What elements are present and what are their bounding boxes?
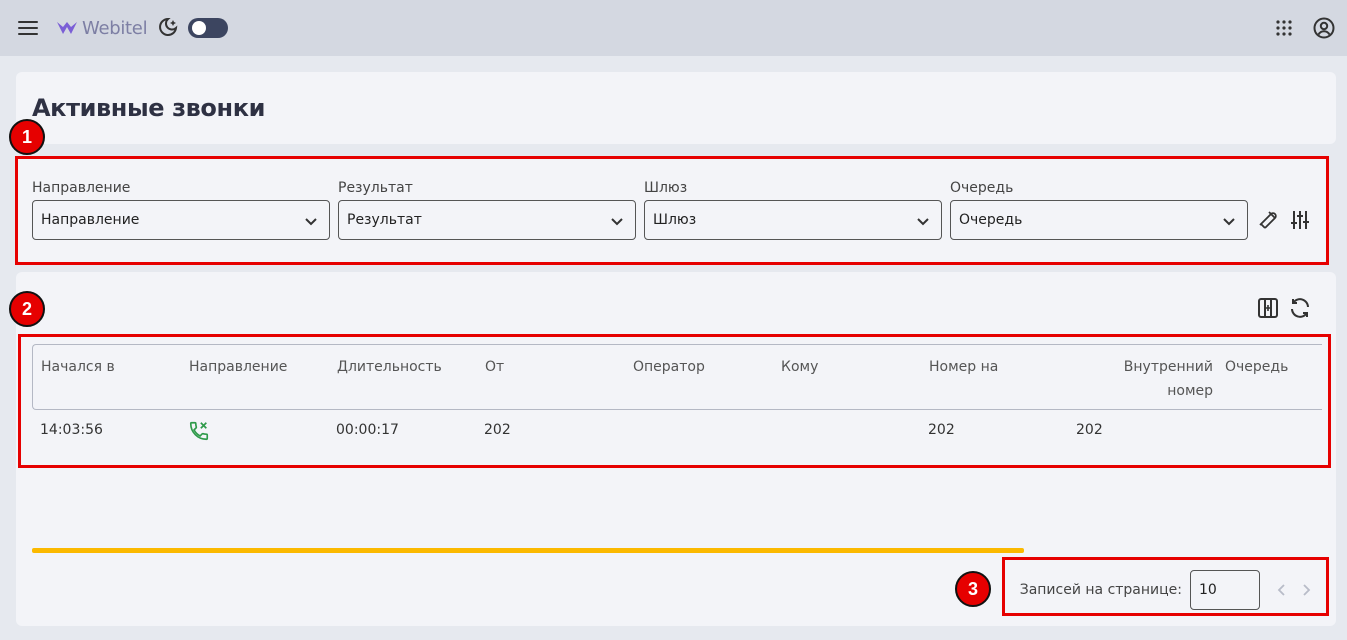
menu-icon[interactable] <box>16 16 40 40</box>
filter-result: Результат Результат <box>338 178 636 240</box>
clear-filters-icon[interactable] <box>1256 208 1280 232</box>
select-value: Направление <box>41 212 140 228</box>
column-header[interactable]: Внутренний номер <box>1077 355 1213 403</box>
column-header[interactable]: Очередь <box>1225 355 1288 379</box>
chevron-down-icon <box>611 218 623 226</box>
column-header[interactable]: Длительность <box>337 355 442 379</box>
select-value: Шлюз <box>653 212 697 228</box>
cell-from: 202 <box>484 422 511 438</box>
page-size-input[interactable]: 10 <box>1190 570 1260 610</box>
select-value: Очередь <box>959 212 1023 228</box>
webitel-logo[interactable]: Webitel <box>56 16 148 40</box>
cell-number: 202 <box>928 422 955 438</box>
chevron-right-icon[interactable] <box>1296 580 1316 600</box>
annotation-badge-2: 2 <box>9 291 45 327</box>
filter-label: Шлюз <box>644 180 688 196</box>
call-missed-icon <box>189 421 209 441</box>
column-header[interactable]: От <box>485 355 504 379</box>
page-title: Активные звонки <box>32 94 266 122</box>
column-header[interactable]: Направление <box>189 355 287 379</box>
apps-grid-icon[interactable] <box>1272 16 1296 40</box>
annotation-badge-1: 1 <box>9 119 45 155</box>
queue-select[interactable]: Очередь <box>950 200 1248 240</box>
table-row[interactable]: 14:03:56 00:00:17 202 202 202 <box>32 416 1320 452</box>
theme-moon-icon <box>159 17 178 36</box>
filters-panel: Направление Направление Результат Резуль… <box>16 158 1328 262</box>
filter-direction: Направление Направление <box>32 178 330 240</box>
column-header[interactable]: Номер на <box>929 355 998 379</box>
column-header[interactable]: Оператор <box>633 355 705 379</box>
filter-label: Очередь <box>950 180 1014 196</box>
column-header[interactable]: Кому <box>781 355 818 379</box>
select-value: Результат <box>347 212 422 228</box>
loading-progress-bar <box>32 548 1024 553</box>
top-bar: Webitel <box>0 0 1347 56</box>
chevron-down-icon <box>305 218 317 226</box>
filter-gateway: Шлюз Шлюз <box>644 178 942 240</box>
direction-select[interactable]: Направление <box>32 200 330 240</box>
annotation-badge-3: 3 <box>955 571 991 607</box>
filter-settings-icon[interactable] <box>1288 208 1312 232</box>
chevron-left-icon[interactable] <box>1272 580 1292 600</box>
calls-table: Начался в Направление Длительность От Оп… <box>32 344 1322 464</box>
filter-label: Результат <box>338 180 413 196</box>
page-header: Активные звонки <box>16 72 1336 144</box>
toggle-knob <box>192 21 206 35</box>
cell-extension: 202 <box>1076 422 1103 438</box>
column-header[interactable]: Начался в <box>41 355 115 379</box>
chevron-down-icon <box>1223 218 1235 226</box>
theme-toggle[interactable] <box>188 18 228 38</box>
page-size-label: Записей на странице: <box>1019 582 1182 598</box>
refresh-icon[interactable] <box>1288 296 1312 320</box>
gateway-select[interactable]: Шлюз <box>644 200 942 240</box>
pagination: Записей на странице: 10 <box>1020 570 1316 610</box>
webitel-mark-icon <box>57 22 77 34</box>
chevron-down-icon <box>917 218 929 226</box>
filter-label: Направление <box>32 180 131 196</box>
column-select-icon[interactable] <box>1256 296 1280 320</box>
cell-duration: 00:00:17 <box>336 422 399 438</box>
cell-started: 14:03:56 <box>40 422 103 438</box>
result-select[interactable]: Результат <box>338 200 636 240</box>
calls-table-card: Начался в Направление Длительность От Оп… <box>16 272 1336 626</box>
filter-queue: Очередь Очередь <box>950 178 1248 240</box>
account-circle-icon[interactable] <box>1312 16 1336 40</box>
logo-text: Webitel <box>82 17 148 39</box>
table-tools <box>1256 296 1312 320</box>
table-header: Начался в Направление Длительность От Оп… <box>32 344 1322 410</box>
